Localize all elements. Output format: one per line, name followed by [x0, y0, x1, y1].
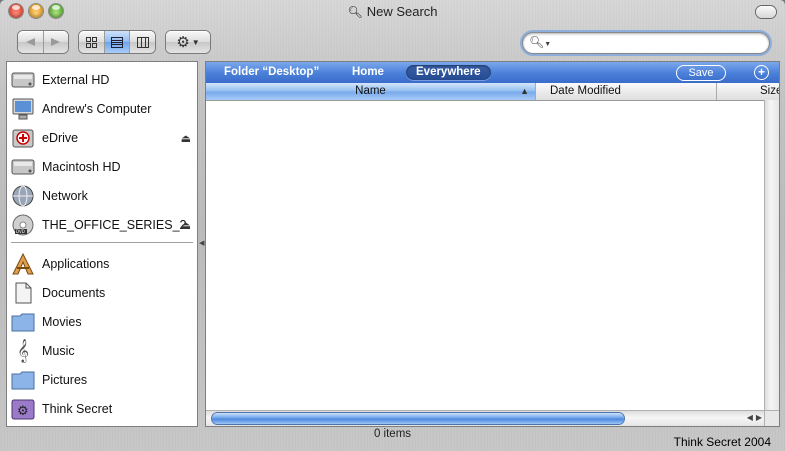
column-size[interactable]: Size — [717, 83, 779, 100]
sidebar-item-dvd[interactable]: DVD THE_OFFICE_SERIES_2 ⏏ — [7, 211, 197, 239]
title-bar[interactable]: 🔍︎ New Search — [0, 0, 785, 24]
search-field[interactable]: 🔍︎▼ — [523, 33, 769, 53]
sidebar-item-label: Macintosh HD — [42, 160, 121, 174]
back-forward-control — [18, 31, 68, 53]
sidebar-item-music[interactable]: 𝄞 Music — [7, 337, 197, 365]
action-menu-button[interactable]: ⚙ ▼ — [166, 31, 210, 53]
sidebar-item-think-secret[interactable]: ⚙ Think Secret — [7, 395, 197, 423]
icon-view-button[interactable] — [79, 31, 104, 53]
column-size-label: Size — [760, 85, 779, 97]
network-globe-icon — [10, 183, 36, 209]
sidebar-item-label: Think Secret — [42, 402, 113, 416]
scroll-arrows-icon[interactable]: ◀▶ — [747, 413, 765, 422]
sidebar-item-label: eDrive — [42, 131, 79, 145]
edrive-icon — [10, 125, 36, 151]
finder-window: 🔍︎ New Search ⚙ ▼ 🔍︎▼ External HD Andrew… — [0, 0, 785, 451]
column-view-icon — [136, 36, 149, 48]
think-secret-icon: ⚙ — [10, 396, 36, 422]
back-button[interactable] — [18, 31, 43, 53]
sidebar-item-label: Applications — [42, 257, 110, 271]
sidebar-item-macintosh-hd[interactable]: Macintosh HD — [7, 153, 197, 181]
sidebar: External HD Andrew's Computer eDrive ⏏ M… — [6, 61, 198, 427]
view-mode-control — [79, 31, 155, 53]
music-clef-icon: 𝄞 — [17, 339, 29, 362]
sidebar-item-label: Music — [42, 344, 75, 358]
window-title: 🔍︎ New Search — [0, 4, 785, 19]
magnifier-icon: 🔍︎ — [347, 5, 363, 19]
column-name-label: Name — [355, 85, 386, 97]
chevron-down-icon: ▼ — [191, 37, 200, 47]
sidebar-item-applications[interactable]: Applications — [7, 250, 197, 278]
sidebar-item-pictures[interactable]: Pictures — [7, 366, 197, 394]
eject-icon[interactable]: ⏏ — [181, 219, 191, 232]
search-icon: 🔍︎▼ — [529, 35, 552, 49]
sidebar-item-computer[interactable]: Andrew's Computer — [7, 95, 197, 123]
documents-icon — [10, 280, 36, 306]
column-header: Name ▲ Date Modified Size — [206, 83, 779, 101]
column-date-label: Date Modified — [550, 85, 621, 97]
sort-ascending-icon: ▲ — [520, 86, 529, 96]
eject-icon[interactable]: ⏏ — [181, 132, 191, 145]
sidebar-item-edrive[interactable]: eDrive ⏏ — [7, 124, 197, 152]
external-drive-icon — [10, 67, 36, 93]
sidebar-item-documents[interactable]: Documents — [7, 279, 197, 307]
movies-folder-icon — [10, 309, 36, 335]
results-pane: Folder “Desktop” Home Everywhere Save + … — [205, 61, 780, 427]
toolbar-toggle-button[interactable] — [756, 6, 776, 18]
sidebar-item-label: Movies — [42, 315, 82, 329]
status-bar: 0 items — [0, 428, 785, 440]
arrow-left-icon — [26, 38, 36, 46]
dvd-icon: DVD — [10, 212, 36, 238]
sidebar-item-movies[interactable]: Movies — [7, 308, 197, 336]
column-date-modified[interactable]: Date Modified — [536, 83, 717, 100]
item-count: 0 items — [373, 428, 412, 440]
pictures-folder-icon — [10, 367, 36, 393]
gear-icon: ⚙ ▼ — [176, 34, 200, 51]
horizontal-scroll-thumb[interactable] — [212, 413, 624, 424]
search-input[interactable] — [549, 35, 763, 52]
svg-text:DVD: DVD — [16, 229, 25, 234]
save-search-button[interactable]: Save — [676, 65, 726, 81]
applications-icon — [10, 251, 36, 277]
sidebar-item-label: External HD — [42, 73, 110, 87]
sidebar-divider — [11, 242, 193, 243]
list-view-icon — [111, 36, 123, 48]
scope-everywhere[interactable]: Everywhere — [406, 65, 491, 80]
arrow-right-icon — [50, 38, 60, 46]
sidebar-item-label: Documents — [42, 286, 106, 300]
sidebar-splitter[interactable]: ◀ — [197, 61, 205, 425]
sidebar-item-network[interactable]: Network — [7, 182, 197, 210]
scope-home[interactable]: Home — [342, 65, 394, 80]
sidebar-item-label: Pictures — [42, 373, 88, 387]
sidebar-item-label: Network — [42, 189, 88, 203]
sidebar-item-label: THE_OFFICE_SERIES_2 — [42, 218, 187, 232]
horizontal-scrollbar[interactable]: ◀▶ — [206, 410, 779, 426]
add-criteria-button[interactable]: + — [754, 65, 769, 80]
vertical-scrollbar[interactable] — [764, 100, 779, 410]
hard-drive-icon — [10, 154, 36, 180]
computer-icon — [10, 96, 36, 122]
scope-folder-desktop[interactable]: Folder “Desktop” — [214, 65, 329, 80]
sidebar-item-label: Andrew's Computer — [42, 102, 152, 116]
svg-text:⚙: ⚙ — [17, 404, 29, 419]
column-view-button[interactable] — [129, 31, 155, 53]
column-name[interactable]: Name ▲ — [206, 83, 536, 100]
forward-button[interactable] — [42, 31, 69, 53]
icon-view-icon — [85, 36, 97, 48]
splitter-handle-icon: ◀ — [199, 240, 205, 247]
scope-bar: Folder “Desktop” Home Everywhere Save + — [206, 62, 779, 83]
sidebar-item-external-hd[interactable]: External HD — [7, 66, 197, 94]
window-title-text: New Search — [366, 4, 438, 19]
watermark: Think Secret 2004 — [673, 435, 771, 449]
resize-corner — [764, 411, 779, 426]
list-view-button[interactable] — [103, 31, 130, 53]
